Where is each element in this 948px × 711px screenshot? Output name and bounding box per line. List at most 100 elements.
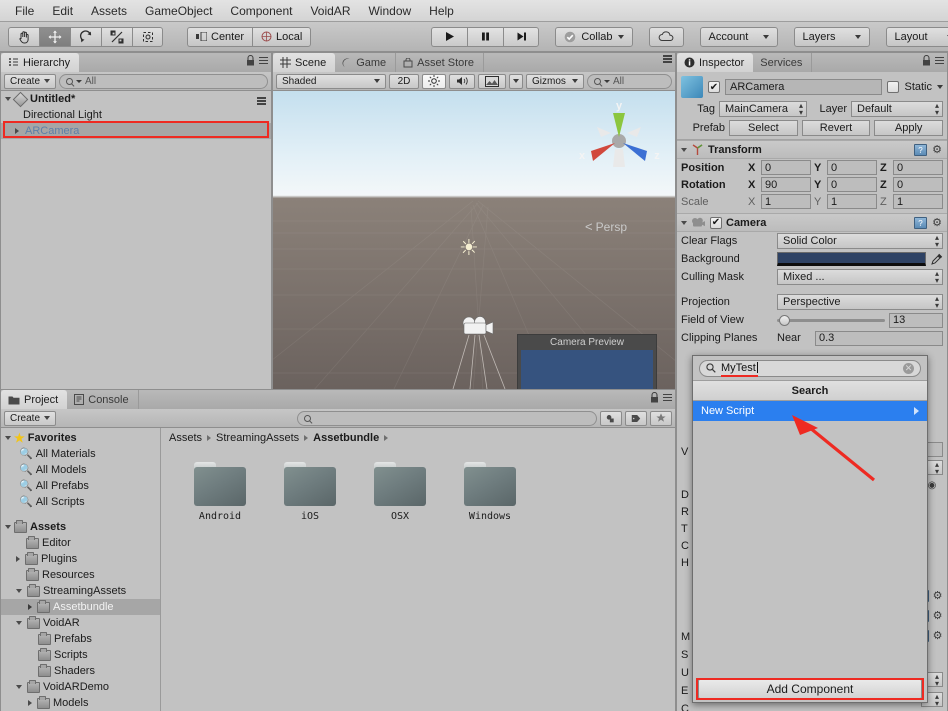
hierarchy-scene-row[interactable]: Untitled* (1, 91, 271, 107)
asset-item-windows[interactable]: Windows (459, 462, 521, 522)
project-favorites-root[interactable]: ★ Favorites (1, 430, 160, 446)
gear-icon[interactable]: ⚙ (932, 630, 943, 642)
asset-item-osx[interactable]: OSX (369, 462, 431, 522)
camera-enabled-checkbox[interactable]: ✔ (710, 216, 722, 229)
hierarchy-item-directional-light[interactable]: Directional Light (1, 107, 271, 123)
project-type-filter-button[interactable] (600, 410, 622, 426)
scene-audio-toggle[interactable] (449, 73, 475, 89)
project-tree-assetbundle[interactable]: Assetbundle (1, 599, 160, 615)
layer-dropdown[interactable]: Default ▴ ▾ (851, 101, 943, 117)
expand-arrow-icon[interactable] (16, 556, 20, 562)
account-button[interactable]: Account (699, 26, 778, 47)
lock-icon[interactable] (650, 392, 659, 403)
add-component-item-new-script[interactable]: New Script (693, 401, 927, 421)
help-icon[interactable]: ? (914, 143, 927, 156)
pause-button[interactable] (467, 26, 504, 47)
layout-button[interactable]: Layout (885, 26, 948, 47)
project-tree-plugins[interactable]: Plugins (1, 551, 160, 567)
step-button[interactable] (503, 26, 540, 47)
project-tree-voidar[interactable]: VoidAR (1, 615, 160, 631)
scale-tool-button[interactable] (101, 26, 132, 47)
rotation-x-field[interactable]: 90 (761, 177, 811, 192)
tab-services[interactable]: Services (753, 53, 813, 72)
cloud-button[interactable] (648, 26, 684, 47)
clear-flags-dropdown[interactable]: Solid Color ▴ ▾ (777, 233, 943, 249)
scene-viewport[interactable]: ☀ y x z < Persp Camera Preview (273, 91, 675, 389)
expand-arrow-icon[interactable] (16, 589, 22, 593)
breadcrumb-item-assets[interactable]: Assets (169, 432, 202, 444)
expand-arrow-icon[interactable] (15, 128, 19, 134)
project-tree-resources[interactable]: Resources (1, 567, 160, 583)
rotate-tool-button[interactable] (70, 26, 101, 47)
scene-search-input[interactable]: All (587, 73, 672, 89)
chevron-down-icon[interactable] (937, 85, 943, 89)
pivot-local-button[interactable]: Local (252, 26, 312, 47)
tab-scene[interactable]: Scene (273, 53, 336, 72)
project-tree-shaders[interactable]: Shaders (1, 663, 160, 679)
rotation-z-field[interactable]: 0 (893, 177, 943, 192)
help-icon[interactable]: ? (914, 216, 927, 229)
rect-tool-button[interactable] (132, 26, 163, 47)
gear-icon[interactable]: ⚙ (931, 144, 943, 156)
project-tree-models[interactable]: Models (1, 695, 160, 711)
gear-icon[interactable]: ⚙ (932, 610, 943, 622)
lock-icon[interactable] (922, 55, 931, 66)
add-component-button[interactable]: Add Component (698, 679, 922, 699)
hierarchy-item-arcamera[interactable]: ARCamera (1, 123, 271, 139)
add-component-search-input[interactable]: MyTest ✕ (699, 359, 921, 377)
scene-draw-mode-dropdown[interactable]: Shaded (276, 73, 386, 89)
eyedropper-icon[interactable] (930, 253, 943, 266)
project-tree-assets[interactable]: Assets (1, 519, 160, 535)
scene-orientation-gizmo[interactable]: y x z (571, 97, 667, 181)
tab-game[interactable]: Game (335, 53, 397, 72)
projection-dropdown[interactable]: Perspective ▴ ▾ (777, 294, 943, 310)
gear-icon[interactable]: ⚙ (931, 217, 943, 229)
expand-arrow-icon[interactable] (5, 436, 11, 440)
project-favorite-all-scripts[interactable]: 🔍 All Scripts (1, 494, 160, 510)
scene-context-menu-icon[interactable] (257, 97, 266, 105)
hand-tool-button[interactable] (8, 26, 39, 47)
layers-button[interactable]: Layers (793, 26, 870, 47)
hierarchy-create-button[interactable]: Create (4, 73, 57, 89)
move-tool-button[interactable] (39, 26, 70, 47)
project-search-input[interactable] (297, 410, 597, 426)
lock-icon[interactable] (246, 55, 255, 66)
tab-console[interactable]: Console (67, 390, 139, 409)
project-favorite-all-prefabs[interactable]: 🔍 All Prefabs (1, 478, 160, 494)
prefab-revert-button[interactable]: Revert (801, 120, 871, 136)
static-checkbox[interactable] (887, 81, 900, 93)
expand-arrow-icon[interactable] (681, 147, 687, 152)
asset-item-ios[interactable]: iOS (279, 462, 341, 522)
expand-arrow-icon[interactable] (28, 604, 32, 610)
menu-edit[interactable]: Edit (43, 2, 82, 20)
fov-value-field[interactable]: 13 (889, 312, 943, 328)
project-tree-scripts[interactable]: Scripts (1, 647, 160, 663)
scene-effects-dropdown[interactable] (509, 73, 523, 89)
project-label-filter-button[interactable] (625, 410, 647, 426)
scene-2d-toggle[interactable]: 2D (389, 73, 419, 89)
gameobject-name-field[interactable]: ARCamera (725, 79, 883, 95)
inspector-menu-icon[interactable] (935, 56, 944, 65)
transform-component-header[interactable]: Transform ? ⚙ (677, 140, 947, 159)
asset-item-android[interactable]: Android (189, 462, 251, 522)
menu-voidar[interactable]: VoidAR (301, 2, 359, 20)
camera-component-header[interactable]: ✔ Camera ? ⚙ (677, 213, 947, 232)
position-x-field[interactable]: 0 (761, 160, 811, 175)
breadcrumb-item-assetbundle[interactable]: Assetbundle (313, 432, 379, 444)
tab-asset-store[interactable]: Asset Store (396, 53, 485, 72)
menu-file[interactable]: File (6, 2, 43, 20)
pivot-center-button[interactable]: Center (187, 26, 253, 47)
expand-arrow-icon[interactable] (28, 700, 32, 706)
expand-arrow-icon[interactable] (16, 621, 22, 625)
menu-help[interactable]: Help (420, 2, 463, 20)
project-favorite-filter-button[interactable] (650, 410, 672, 426)
project-menu-icon[interactable] (663, 393, 672, 402)
hierarchy-menu-icon[interactable] (259, 56, 268, 65)
scene-menu-icon[interactable] (663, 55, 672, 63)
project-tree-voidardemo[interactable]: VoidARDemo (1, 679, 160, 695)
position-z-field[interactable]: 0 (893, 160, 943, 175)
breadcrumb-item-streamingassets[interactable]: StreamingAssets (216, 432, 299, 444)
menu-component[interactable]: Component (221, 2, 301, 20)
play-button[interactable] (431, 26, 468, 47)
rotation-y-field[interactable]: 0 (827, 177, 877, 192)
